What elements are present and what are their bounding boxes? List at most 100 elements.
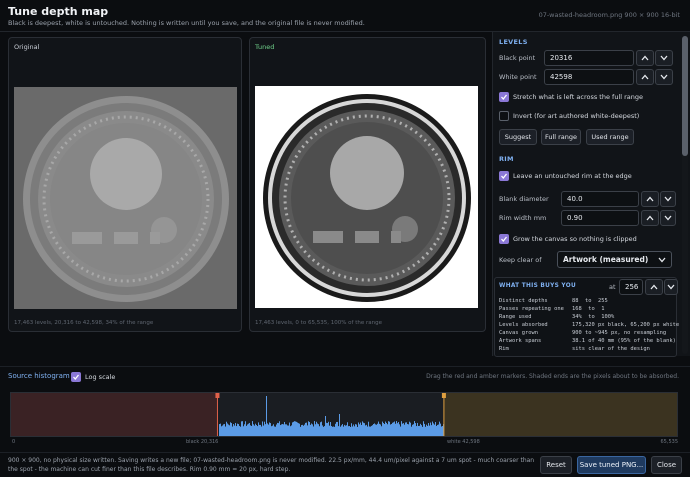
histogram-bar bbox=[311, 423, 312, 436]
suggest-button[interactable]: Suggest bbox=[499, 129, 537, 145]
white-point-decrement[interactable] bbox=[655, 69, 673, 85]
histogram-bar bbox=[377, 423, 378, 436]
histogram-bar bbox=[235, 422, 236, 436]
at-increment[interactable] bbox=[645, 279, 663, 295]
close-button[interactable]: Close bbox=[651, 456, 682, 474]
black-marker-label: black 20,316 bbox=[186, 439, 219, 445]
histogram-bar bbox=[346, 425, 347, 436]
at-input[interactable]: 256 bbox=[619, 279, 643, 295]
rim-width-label: Rim width mm bbox=[499, 214, 547, 222]
rim-width-increment[interactable] bbox=[641, 210, 659, 226]
histogram-bar bbox=[387, 424, 388, 436]
histogram-bar bbox=[223, 424, 224, 436]
used-range-button[interactable]: Used range bbox=[586, 129, 634, 145]
histogram-bar bbox=[331, 425, 332, 436]
histogram-bar bbox=[307, 425, 308, 436]
black-point-increment[interactable] bbox=[636, 50, 654, 66]
histogram-bar bbox=[265, 424, 266, 436]
histogram-bar bbox=[318, 424, 319, 436]
histogram-bar bbox=[225, 426, 226, 436]
histogram-bar bbox=[440, 423, 441, 436]
histogram-bar bbox=[285, 424, 286, 436]
histogram-bar bbox=[295, 421, 296, 436]
check-icon bbox=[73, 374, 80, 381]
reset-button[interactable]: Reset bbox=[540, 456, 572, 474]
histogram-bar bbox=[380, 424, 381, 436]
original-preview-panel: Original 17,463 levels, 20,316 to 42,598… bbox=[8, 37, 242, 332]
histogram-bar bbox=[365, 425, 366, 436]
histogram-bar bbox=[322, 425, 323, 436]
leave-rim-checkbox[interactable] bbox=[499, 171, 509, 181]
histogram-plot[interactable] bbox=[11, 393, 677, 436]
white-point-handle[interactable] bbox=[441, 393, 446, 398]
log-scale-checkbox[interactable] bbox=[71, 372, 81, 382]
axis-max-label: 65,535 bbox=[660, 439, 679, 445]
full-range-button[interactable]: Full range bbox=[541, 129, 581, 145]
histogram-bar bbox=[248, 423, 249, 436]
chevron-down-icon bbox=[667, 284, 675, 290]
black-point-input[interactable]: 20316 bbox=[544, 50, 634, 66]
histogram-bar bbox=[368, 421, 369, 436]
rim-width-decrement[interactable] bbox=[660, 210, 676, 226]
histogram-bar bbox=[427, 425, 428, 436]
blank-diameter-increment[interactable] bbox=[641, 191, 659, 207]
histogram-bar bbox=[428, 423, 429, 436]
histogram-bar bbox=[376, 424, 377, 436]
histogram-bar bbox=[436, 425, 437, 436]
check-icon bbox=[501, 173, 508, 180]
grow-canvas-label: Grow the canvas so nothing is clipped bbox=[513, 235, 637, 243]
histogram-bar bbox=[290, 426, 291, 436]
chevron-down-icon bbox=[664, 196, 672, 202]
buys-key: Rim bbox=[499, 346, 509, 352]
stretch-checkbox[interactable] bbox=[499, 92, 509, 102]
histogram-bar bbox=[312, 424, 313, 436]
histogram[interactable] bbox=[10, 392, 678, 437]
histogram-bar bbox=[438, 424, 439, 436]
white-point-input[interactable]: 42598 bbox=[544, 69, 634, 85]
histogram-bar bbox=[228, 424, 229, 436]
buys-key: Range used bbox=[499, 314, 532, 320]
histogram-bar bbox=[402, 423, 403, 436]
histogram-bar bbox=[324, 426, 325, 436]
histogram-bar bbox=[270, 423, 271, 436]
blank-diameter-input[interactable]: 40.0 bbox=[561, 191, 639, 207]
histogram-bar bbox=[310, 424, 311, 436]
histogram-bar bbox=[424, 423, 425, 436]
histogram-bar bbox=[382, 421, 383, 436]
histogram-bar bbox=[374, 423, 375, 436]
chevron-up-icon bbox=[646, 215, 654, 221]
histogram-bar bbox=[384, 424, 385, 436]
histogram-bar bbox=[289, 422, 290, 436]
histogram-bar bbox=[431, 425, 432, 436]
at-label: at bbox=[609, 283, 616, 291]
histogram-bar bbox=[398, 422, 399, 436]
histogram-bar bbox=[372, 425, 373, 436]
save-button[interactable]: Save tuned PNG... bbox=[577, 456, 646, 474]
histogram-bar bbox=[314, 421, 315, 436]
grow-canvas-checkbox[interactable] bbox=[499, 234, 509, 244]
histogram-bar bbox=[327, 423, 328, 436]
histogram-bar bbox=[233, 424, 234, 436]
leave-rim-label: Leave an untouched rim at the edge bbox=[513, 172, 632, 180]
black-point-handle[interactable] bbox=[215, 393, 220, 398]
white-point-increment[interactable] bbox=[636, 69, 654, 85]
histogram-bar bbox=[237, 423, 238, 436]
histogram-bar bbox=[381, 426, 382, 436]
keep-clear-select[interactable]: Artwork (measured) bbox=[557, 251, 672, 268]
histogram-bar bbox=[297, 422, 298, 436]
black-point-decrement[interactable] bbox=[655, 50, 673, 66]
axis-min-label: 0 bbox=[12, 439, 16, 445]
at-decrement[interactable] bbox=[664, 279, 678, 295]
histogram-bar bbox=[341, 425, 342, 436]
invert-checkbox[interactable] bbox=[499, 111, 509, 121]
keep-clear-label: Keep clear of bbox=[499, 256, 542, 264]
histogram-bar bbox=[242, 421, 243, 436]
histogram-bar bbox=[247, 424, 248, 436]
histogram-bar bbox=[296, 421, 297, 436]
histogram-bar bbox=[357, 426, 358, 436]
blank-diameter-decrement[interactable] bbox=[660, 191, 676, 207]
histogram-bar bbox=[257, 426, 258, 436]
sidebar-scroll-thumb[interactable] bbox=[682, 36, 688, 156]
histogram-bar bbox=[263, 425, 264, 436]
rim-width-input[interactable]: 0.90 bbox=[561, 210, 639, 226]
